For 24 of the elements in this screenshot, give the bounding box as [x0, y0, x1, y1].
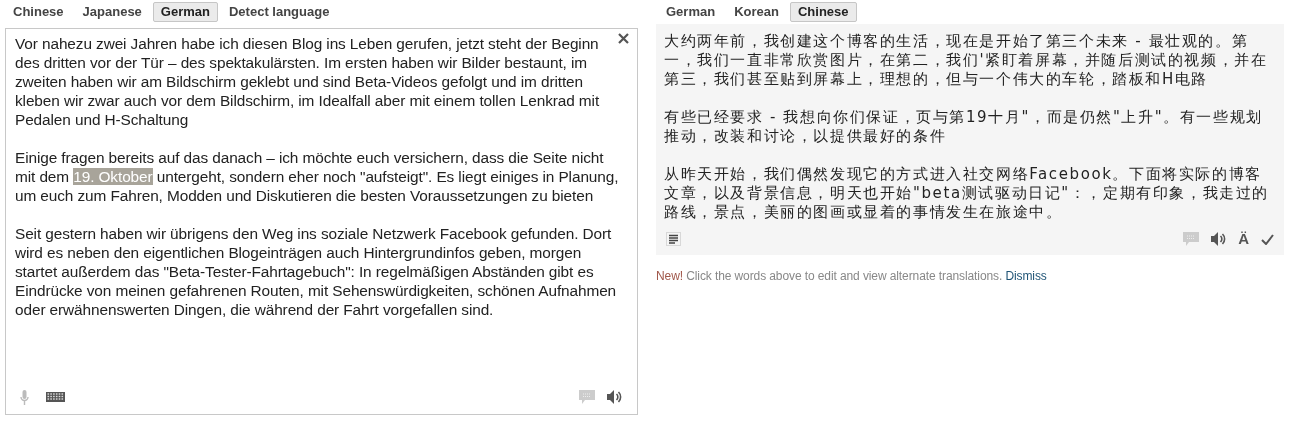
speaker-icon[interactable] [1211, 232, 1228, 246]
translation-paragraph: 从昨天开始，我们偶然发现它的方式进入社交网络Facebook。下面将实际的博客文章，以及背景信息，明天也开始"beta测试驱动日记"：，定期有印象，我走过的路线，景点，美丽的图画或显着的事情发生在旅途中。 [664, 165, 1271, 222]
language-tab[interactable]: Chinese [789, 2, 857, 22]
source-text-area[interactable] [5, 28, 638, 415]
source-paragraph: Seit gestern haben wir übrigens den Weg ins soziale Netzwerk Facebook gefunden. Dort wird es neben den eigentlichen Blogeinträgen auch Hintergrundinfos geben, morgen startet außerdem das "Beta-Tester-Fahrtagebuch": In regelmäßigen Abständen gibt es Eindrücke von meinen gefahrenen Routen, mit Sehenswürdigkeiten, schönen Aufnahmen oder erwähnenswerten Dingen, die während der Fahrt vorgefallen sind. [15, 224, 618, 319]
translation-paragraph: 大约两年前，我创建这个博客的生活，现在是开始了第三个未来 - 最壮观的。第一，我们一直非常欣赏图片，在第二，我们'紧盯着屏幕，并随后测试的视频，并在第三，我们甚至贴到屏幕上，理想的，但与一个伟大的车轮，踏板和H电路 [664, 32, 1269, 89]
language-tab[interactable]: German [658, 2, 724, 22]
speaker-icon[interactable] [607, 390, 623, 404]
keyboard-icon[interactable] [46, 392, 65, 402]
new-label: New! [656, 269, 683, 283]
notice-text: Click the words above to edit and view alternate translations. [686, 269, 1003, 283]
source-paragraph: Vor nahezu zwei Jahren habe ich diesen Blog ins Leben gerufen, jetzt steht der Beginn des dritten vor der Tür – des spektakulärsten. Im ersten haben wir Bilder bestaunt, im zweiten haben wir am Bildschirm geklebt und sind Beta-Videos gefolgt und im dritten kleben wir zwar auch vor dem Bildschirm, im Idealfall aber mit einem tollen Lenkrad mit Pedalen und H-Schaltung [15, 34, 601, 129]
language-tab[interactable]: German [152, 2, 218, 22]
source-paragraph: Einige fragen bereits auf das danach – ich möchte euch versichern, dass die Seite nicht mit dem 19. Oktober untergeht, sondern eher noch "aufsteigt". Es liegt einiges in Planung, um euch zum Fahren, Modden und Diskutieren die besten Voraussetzungen zu bieten [15, 148, 619, 205]
dismiss-link[interactable]: Dismiss [1005, 269, 1047, 283]
romanization-button[interactable]: Ä [1238, 231, 1249, 247]
language-tab[interactable]: Japanese [74, 2, 150, 22]
close-icon[interactable] [618, 33, 629, 44]
language-tab[interactable]: Korean [726, 2, 787, 22]
translation-paragraph: 有些已经要求 - 我想向你们保证，页与第19十月"，而是仍然"上升"。有一些规划推动，改装和讨论，以提供最好的条件 [664, 108, 1264, 146]
checkmark-icon[interactable] [1261, 233, 1274, 245]
language-tab[interactable]: Detect language [221, 2, 338, 22]
list-icon[interactable] [666, 232, 681, 246]
language-tab[interactable]: Chinese [5, 2, 72, 22]
